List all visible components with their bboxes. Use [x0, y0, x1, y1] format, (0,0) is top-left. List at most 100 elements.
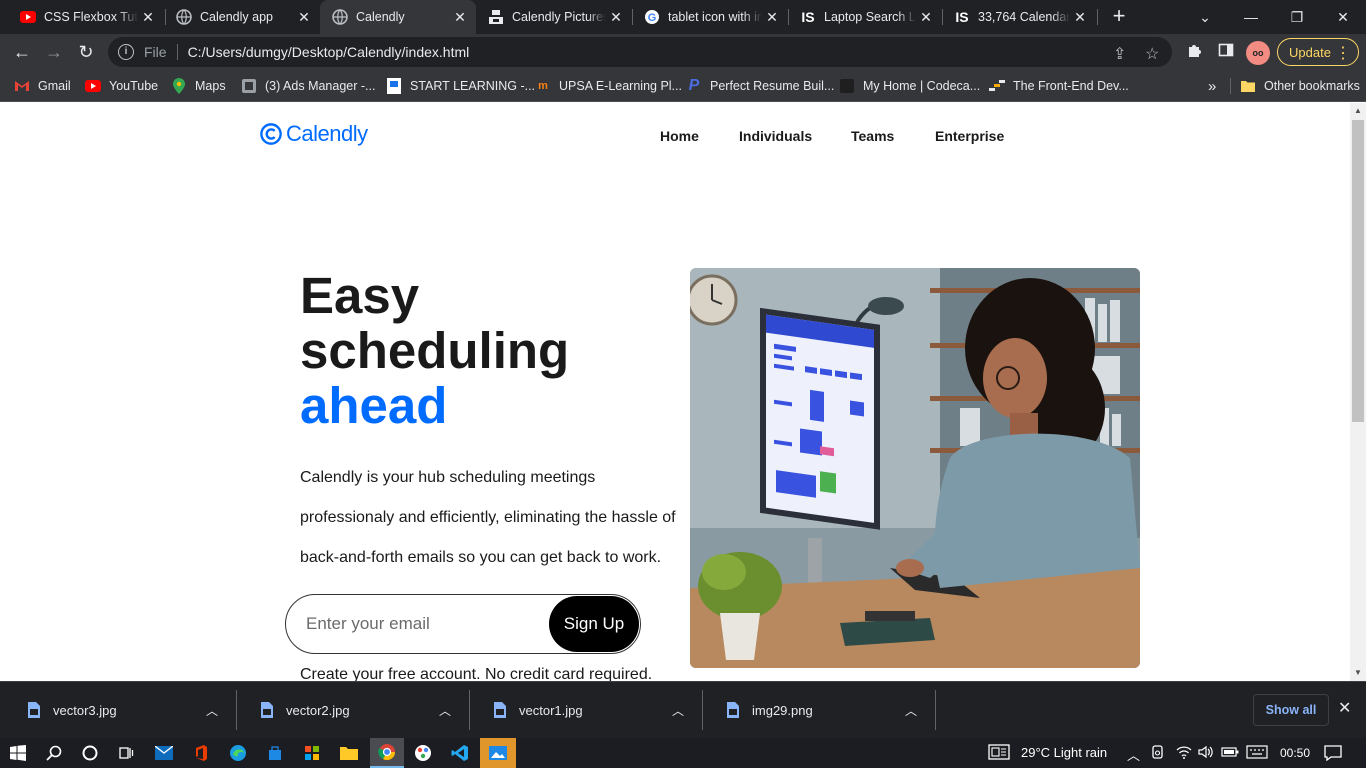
profile-avatar[interactable]: oo	[1246, 41, 1270, 65]
edge-icon[interactable]	[226, 741, 250, 765]
photos-icon[interactable]	[480, 738, 516, 768]
close-icon[interactable]: ✕	[1338, 698, 1351, 718]
search-icon[interactable]	[42, 741, 66, 765]
bookmark-frontend[interactable]: The Front-End Dev...	[989, 76, 1129, 96]
share-icon[interactable]: ⇪	[1113, 44, 1126, 64]
chevron-up-icon[interactable]: ︿	[905, 702, 917, 719]
calendly-logo-icon	[260, 123, 282, 145]
url-text[interactable]: C:/Users/dumgy/Desktop/Calendly/index.ht…	[188, 44, 470, 60]
scrollbar-thumb[interactable]	[1352, 120, 1364, 422]
restore-icon: ❐	[1290, 8, 1304, 25]
signup-button[interactable]: Sign Up	[549, 596, 639, 652]
bookmark-start-learning[interactable]: START LEARNING -...	[386, 76, 535, 96]
notifications-icon[interactable]	[1324, 745, 1342, 764]
scroll-down-icon[interactable]: ▼	[1350, 665, 1366, 681]
email-input[interactable]	[306, 611, 536, 637]
windows-start-icon[interactable]	[6, 741, 30, 765]
bookmark-label: My Home | Codeca...	[863, 79, 981, 93]
file-explorer-icon[interactable]	[337, 741, 361, 765]
reload-button[interactable]: ↻	[72, 38, 100, 66]
scroll-up-icon[interactable]: ▲	[1350, 103, 1366, 119]
tab-css-flexbox[interactable]: CSS Flexbox Tutorial ✕	[8, 0, 164, 34]
globe-icon	[332, 9, 348, 25]
nav-enterprise[interactable]: Enterprise	[935, 128, 1004, 144]
close-icon[interactable]: ✕	[138, 9, 158, 26]
show-all-button[interactable]: Show all	[1253, 694, 1329, 726]
vscode-icon[interactable]	[448, 741, 472, 765]
back-button[interactable]: ←	[8, 38, 36, 66]
puzzle-icon	[1186, 42, 1202, 63]
more-menu-icon[interactable]: ⋮	[1335, 43, 1351, 63]
keyboard-icon[interactable]	[1246, 745, 1268, 762]
minimize-button[interactable]: —	[1228, 0, 1274, 34]
update-button[interactable]: Update ⋮	[1277, 38, 1359, 66]
clock-time[interactable]: 00:50	[1280, 746, 1310, 760]
volume-icon[interactable]	[1198, 745, 1214, 762]
info-icon[interactable]: i	[118, 44, 134, 60]
page-scrollbar[interactable]: ▲ ▼	[1350, 103, 1366, 681]
browser-toolbar: ← → ↻ i File C:/Users/dumgy/Desktop/Cale…	[0, 34, 1366, 70]
mail-icon[interactable]	[152, 741, 176, 765]
bookmark-youtube[interactable]: YouTube	[85, 76, 158, 96]
other-bookmarks[interactable]: Other bookmarks	[1240, 76, 1360, 96]
close-icon[interactable]: ✕	[762, 9, 782, 26]
battery-icon[interactable]	[1221, 745, 1239, 762]
tab-calendly-pictures[interactable]: Calendly Pictures ✕	[476, 0, 632, 34]
bookmark-star-icon[interactable]: ☆	[1145, 44, 1159, 64]
task-view-icon[interactable]	[114, 741, 138, 765]
brand-name: Calendly	[286, 121, 368, 146]
calendly-logo[interactable]: Calendly	[260, 121, 368, 147]
nav-home[interactable]: Home	[660, 128, 699, 144]
wifi-icon[interactable]	[1176, 745, 1192, 762]
meet-now-icon[interactable]	[1151, 745, 1165, 762]
nav-teams[interactable]: Teams	[851, 128, 894, 144]
bookmark-label: The Front-End Dev...	[1013, 79, 1129, 93]
new-tab-button[interactable]: +	[1106, 5, 1132, 29]
cortana-icon[interactable]	[78, 741, 102, 765]
bookmark-maps[interactable]: Maps	[171, 76, 226, 96]
close-icon[interactable]: ✕	[916, 9, 936, 26]
bookmark-label: Other bookmarks	[1264, 79, 1360, 93]
bookmark-upsa[interactable]: m UPSA E-Learning Pl...	[535, 76, 682, 96]
tab-laptop-search[interactable]: IS Laptop Search Lists ✕	[788, 0, 942, 34]
office-icon[interactable]	[189, 741, 213, 765]
divider	[1230, 78, 1231, 94]
forward-button[interactable]: →	[40, 38, 68, 66]
tab-tablet-icon[interactable]: G tablet icon with image ✕	[632, 0, 788, 34]
store-icon[interactable]	[263, 741, 287, 765]
bookmark-ads-manager[interactable]: (3) Ads Manager -...	[241, 76, 375, 96]
weather-text[interactable]: 29°C Light rain	[1021, 745, 1107, 760]
window-close-button[interactable]: ✕	[1320, 0, 1366, 34]
tab-search-button[interactable]: ⌄	[1182, 0, 1228, 34]
close-icon[interactable]: ✕	[450, 9, 470, 26]
bookmark-gmail[interactable]: Gmail	[14, 76, 71, 96]
side-panel-button[interactable]	[1212, 38, 1240, 66]
tab-strip: CSS Flexbox Tutorial ✕ Calendly app ✕ Ca…	[0, 0, 1366, 34]
download-item[interactable]: vector2.jpg ︿	[237, 690, 470, 730]
extensions-button[interactable]	[1180, 38, 1208, 66]
download-item[interactable]: img29.png ︿	[703, 690, 936, 730]
weather-icon[interactable]	[988, 744, 1010, 763]
restore-button[interactable]: ❐	[1274, 0, 1320, 34]
chevron-up-icon[interactable]: ︿	[1127, 745, 1140, 764]
download-item[interactable]: vector3.jpg ︿	[4, 690, 237, 730]
apps-grid-icon[interactable]	[300, 741, 324, 765]
download-item[interactable]: vector1.jpg ︿	[470, 690, 703, 730]
chevron-up-icon[interactable]: ︿	[206, 702, 218, 719]
address-bar[interactable]: i File C:/Users/dumgy/Desktop/Calendly/i…	[108, 37, 1172, 67]
file-icon	[261, 702, 273, 718]
color-app-icon[interactable]	[411, 741, 435, 765]
nav-individuals[interactable]: Individuals	[739, 128, 812, 144]
bookmarks-overflow-button[interactable]: »	[1208, 76, 1216, 96]
tab-calendly-active[interactable]: Calendly ✕	[320, 0, 476, 34]
close-icon[interactable]: ✕	[294, 9, 314, 26]
chrome-taskbar-icon[interactable]	[370, 738, 404, 768]
chevron-up-icon[interactable]: ︿	[439, 702, 451, 719]
bookmark-codecademy[interactable]: My Home | Codeca...	[839, 76, 980, 96]
close-icon[interactable]: ✕	[1070, 9, 1090, 26]
tab-calendly-app[interactable]: Calendly app ✕	[164, 0, 320, 34]
close-icon[interactable]: ✕	[606, 9, 626, 26]
tab-calendar-stock[interactable]: IS 33,764 Calendar ✕	[942, 0, 1096, 34]
bookmark-resume[interactable]: P Perfect Resume Buil...	[686, 76, 835, 96]
chevron-up-icon[interactable]: ︿	[672, 702, 684, 719]
